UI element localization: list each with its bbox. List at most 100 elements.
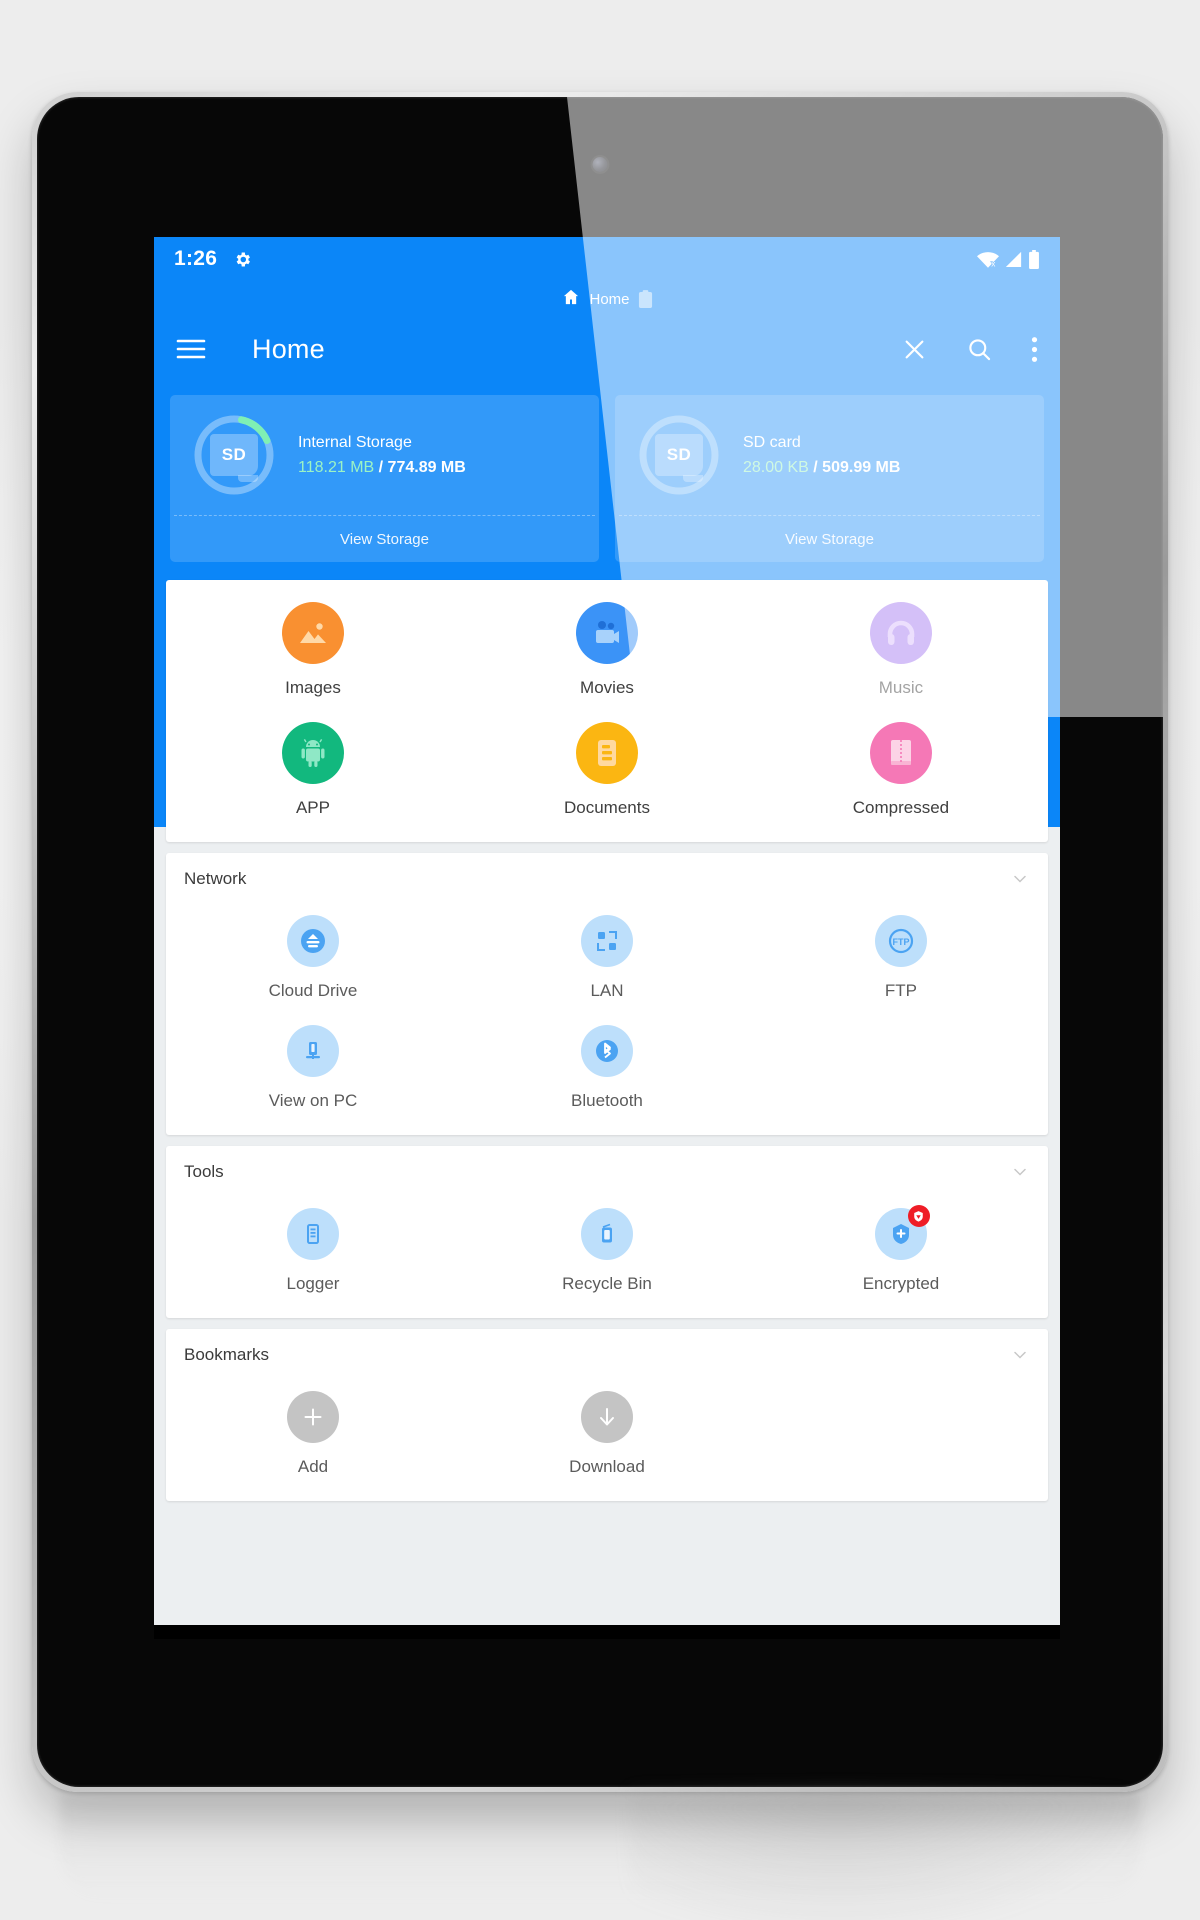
tools-logger[interactable]: Logger xyxy=(166,1194,460,1304)
network-view-on-pc[interactable]: View on PC xyxy=(166,1011,460,1121)
category-images[interactable]: Images xyxy=(166,588,460,708)
content-bottom-spacer xyxy=(166,1512,1048,1596)
breadcrumb[interactable]: Home xyxy=(154,281,1060,317)
category-music[interactable]: Music xyxy=(754,588,1048,708)
section-grid: Cloud Drive LAN FTP FTP View on PC Bluet… xyxy=(166,893,1048,1135)
recycle-bin-icon xyxy=(580,1208,633,1260)
storage-progress-ring: SD xyxy=(192,413,276,497)
close-icon[interactable] xyxy=(901,336,928,363)
chevron-down-icon[interactable] xyxy=(1010,1345,1030,1365)
network-cloud-drive[interactable]: Cloud Drive xyxy=(166,901,460,1011)
network-lan[interactable]: LAN xyxy=(460,901,754,1011)
compressed-icon xyxy=(869,722,932,784)
toolbar-actions xyxy=(901,336,1038,363)
breadcrumb-label[interactable]: Home xyxy=(589,291,629,308)
music-icon xyxy=(869,602,932,664)
category-app[interactable]: APP xyxy=(166,708,460,828)
signal-icon xyxy=(1004,251,1023,268)
more-vertical-icon[interactable] xyxy=(1031,336,1038,363)
storage-card-sdcard[interactable]: SD SD card 28.00 KB / 509.99 MB View Sto… xyxy=(615,395,1044,562)
chevron-down-icon[interactable] xyxy=(1010,869,1030,889)
storage-separator: / xyxy=(808,458,823,476)
categories-grid: Images Movies Music APP Documents Compre… xyxy=(166,580,1048,842)
bookmarks-download[interactable]: Download xyxy=(460,1377,754,1487)
bookmarks-label: Add xyxy=(297,1457,329,1476)
encrypted-icon xyxy=(874,1205,930,1260)
storage-name: Internal Storage xyxy=(298,433,412,451)
section-grid: Logger Recycle Bin Encrypted xyxy=(166,1186,1048,1318)
status-icons: x xyxy=(977,249,1040,269)
tools-recycle-bin[interactable]: Recycle Bin xyxy=(460,1194,754,1304)
network-label: View on PC xyxy=(268,1091,358,1110)
search-icon[interactable] xyxy=(966,336,993,363)
images-icon xyxy=(281,602,344,664)
front-camera-icon xyxy=(592,157,608,172)
section-header[interactable]: Bookmarks xyxy=(166,1329,1048,1369)
storage-used: 118.21 MB xyxy=(298,458,375,476)
status-bar: 1:26 x xyxy=(154,237,1060,281)
download-arrow-icon xyxy=(580,1391,633,1443)
tablet-bezel: 1:26 x Home Home SD Internal Storage 118… xyxy=(37,97,1163,1787)
ftp-icon: FTP xyxy=(874,915,927,967)
storage-total: 509.99 MB xyxy=(822,458,901,476)
storage-total: 774.89 MB xyxy=(387,458,466,476)
app-screen: 1:26 x Home Home SD Internal Storage 118… xyxy=(154,237,1060,1625)
tools-label: Logger xyxy=(286,1274,340,1293)
network-ftp[interactable]: FTP FTP xyxy=(754,901,1048,1011)
category-documents[interactable]: Documents xyxy=(460,708,754,828)
storage-separator: / xyxy=(374,458,388,476)
bluetooth-icon xyxy=(580,1025,633,1077)
screen-bottom-edge xyxy=(154,1625,1060,1639)
section-tools: Tools Logger Recycle Bin Encrypted xyxy=(166,1146,1048,1318)
storage-cards: SD Internal Storage 118.21 MB / 774.89 M… xyxy=(154,381,1060,562)
storage-card-internal[interactable]: SD Internal Storage 118.21 MB / 774.89 M… xyxy=(170,395,599,562)
category-label: Documents xyxy=(563,798,650,817)
storage-text: SD card 28.00 KB / 509.99 MB xyxy=(743,434,900,477)
android-app-icon xyxy=(281,722,344,784)
section-title: Tools xyxy=(184,1162,224,1181)
clipboard-icon xyxy=(638,289,653,309)
app-toolbar: Home xyxy=(154,317,1060,381)
storage-size: 28.00 KB / 509.99 MB xyxy=(743,459,900,477)
page-title: Home xyxy=(252,333,325,364)
section-network: Network Cloud Drive LAN FTP FTP View on … xyxy=(166,853,1048,1135)
category-label: Movies xyxy=(580,678,634,697)
cloud-drive-icon xyxy=(286,915,339,967)
category-label: Images xyxy=(285,678,341,697)
section-title: Bookmarks xyxy=(184,1345,270,1364)
plus-icon xyxy=(286,1391,339,1443)
network-label: Cloud Drive xyxy=(268,981,358,1000)
category-label: Music xyxy=(878,678,924,697)
category-label: Compressed xyxy=(852,798,950,817)
tools-label: Recycle Bin xyxy=(562,1274,652,1293)
hamburger-menu-icon[interactable] xyxy=(176,338,206,360)
svg-text:x: x xyxy=(991,259,996,268)
tools-encrypted[interactable]: Encrypted xyxy=(754,1194,1048,1304)
bookmarks-add[interactable]: Add xyxy=(166,1377,460,1487)
home-icon xyxy=(561,287,581,312)
network-label: LAN xyxy=(590,981,624,1000)
category-label: APP xyxy=(295,798,330,817)
network-bluetooth[interactable]: Bluetooth xyxy=(460,1011,754,1121)
sd-badge: SD xyxy=(210,434,258,482)
lan-icon xyxy=(580,915,633,967)
storage-card-body: SD SD card 28.00 KB / 509.99 MB xyxy=(615,395,1044,515)
storage-card-body: SD Internal Storage 118.21 MB / 774.89 M… xyxy=(170,395,599,515)
chevron-down-icon[interactable] xyxy=(1010,1162,1030,1182)
shield-badge-icon xyxy=(907,1205,930,1227)
storage-used: 28.00 KB xyxy=(743,458,809,476)
movies-icon xyxy=(575,602,638,664)
section-grid: Add Download xyxy=(166,1369,1048,1501)
wifi-off-icon: x xyxy=(977,251,999,268)
category-movies[interactable]: Movies xyxy=(460,588,754,708)
categories-card: Images Movies Music APP Documents Compre… xyxy=(166,580,1048,842)
section-header[interactable]: Network xyxy=(166,853,1048,893)
network-label: Bluetooth xyxy=(571,1091,643,1110)
svg-text:FTP: FTP xyxy=(892,937,909,947)
view-storage-button[interactable]: View Storage xyxy=(615,516,1044,562)
tablet-device-frame: 1:26 x Home Home SD Internal Storage 118… xyxy=(32,92,1168,1792)
category-compressed[interactable]: Compressed xyxy=(754,708,1048,828)
section-header[interactable]: Tools xyxy=(166,1146,1048,1186)
bookmarks-label: Download xyxy=(569,1457,645,1476)
view-storage-button[interactable]: View Storage xyxy=(170,516,599,562)
